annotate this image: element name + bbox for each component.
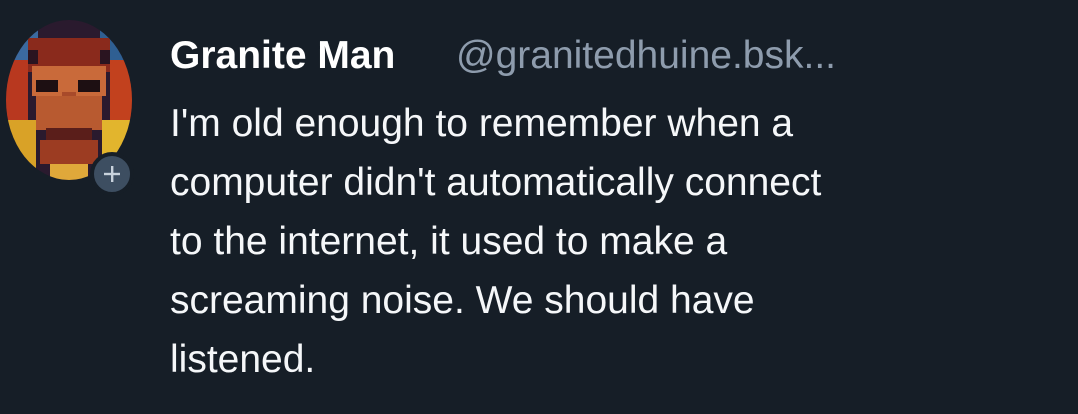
follow-button[interactable] bbox=[90, 152, 134, 196]
avatar-container bbox=[6, 20, 134, 196]
author-display-name[interactable]: Granite Man bbox=[170, 28, 395, 84]
plus-icon bbox=[104, 166, 120, 182]
author-handle[interactable]: @granitedhuine.bsk... bbox=[456, 28, 922, 84]
post-body-text: I'm old enough to remember when a comput… bbox=[170, 102, 822, 381]
post-header: Granite Man @granitedhuine.bsk... · 13h bbox=[170, 28, 1060, 84]
post-card[interactable]: Granite Man @granitedhuine.bsk... · 13h … bbox=[0, 0, 1078, 414]
